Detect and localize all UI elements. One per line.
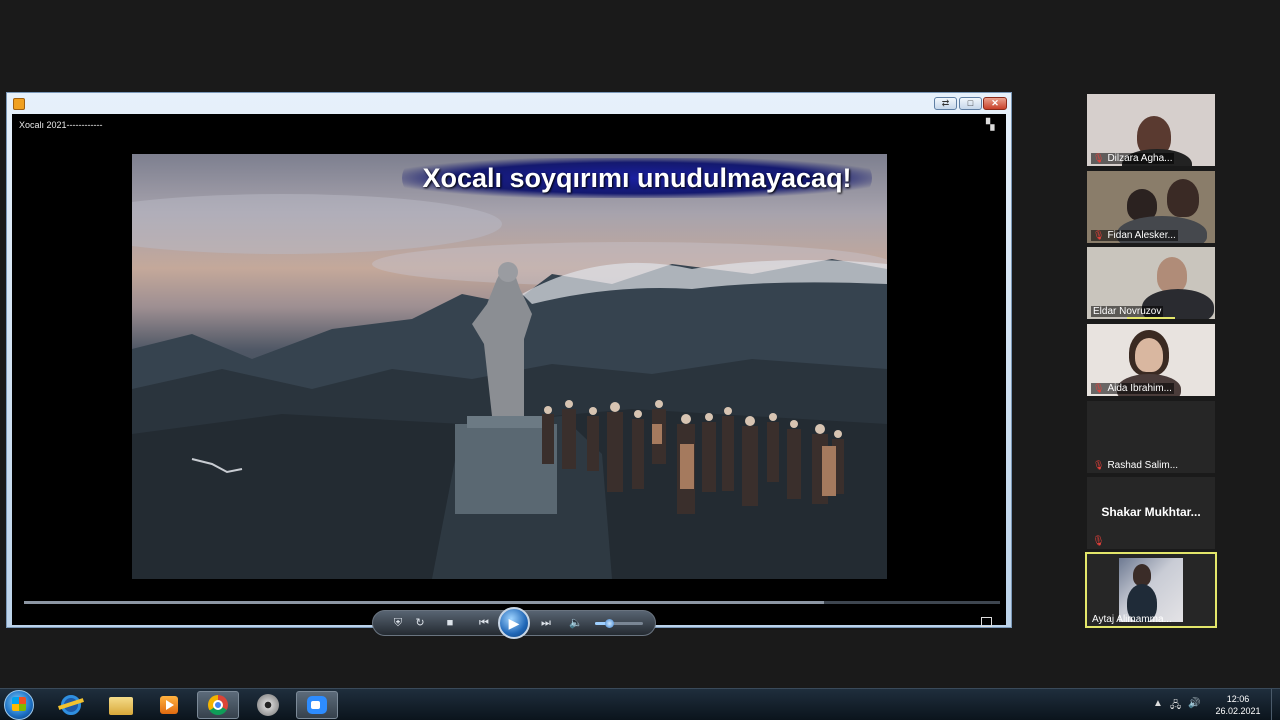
muted-mic-icon: 🎙 <box>1093 383 1105 393</box>
participant-video <box>1167 179 1199 217</box>
volume-knob[interactable] <box>605 619 615 628</box>
title-bar[interactable]: ⇄ □ ✕ <box>7 93 1011 113</box>
video-title: Xocalı 2021------------ <box>19 120 103 130</box>
start-button[interactable] <box>4 690 34 720</box>
switch-to-now-playing-icon[interactable] <box>981 617 992 627</box>
taskbar: ▲ 🖧 🔊 12:06 26.02.2021 <box>0 688 1280 720</box>
next-icon[interactable]: ⏭ <box>535 616 557 630</box>
media-player-icon[interactable] <box>148 691 190 719</box>
repeat-icon[interactable]: ↻ <box>411 616 429 630</box>
mute-icon[interactable]: 🔈 <box>567 616 585 630</box>
clock[interactable]: 12:06 26.02.2021 <box>1205 693 1271 717</box>
participant-name: Shakar Mukhtar... <box>1101 505 1201 519</box>
playback-controls: ⛨ ↻ ■ ⏮ ▶ ⏭ 🔈 <box>372 607 656 639</box>
video-view[interactable]: Xocalı 2021------------ ▚ Xocalı soyqırı… <box>12 114 1006 639</box>
explorer-icon[interactable] <box>100 691 142 719</box>
participant-tile[interactable]: Eldar Novruzov <box>1087 247 1215 319</box>
network-icon[interactable]: 🖧 <box>1170 698 1181 715</box>
speaking-indicator <box>1127 317 1175 319</box>
participant-name: 🎙 Fidan Alesker... <box>1091 230 1178 241</box>
clock-time: 12:06 <box>1226 694 1250 704</box>
participant-tile[interactable]: 🎙 Rashad Salim... <box>1087 401 1215 473</box>
video-scene <box>132 194 887 579</box>
zoom-icon[interactable] <box>296 691 338 719</box>
participant-name: 🎙 Rashad Salim... <box>1093 460 1179 471</box>
volume-slider[interactable] <box>595 619 643 628</box>
muted-mic-icon: 🎙 <box>1092 536 1105 547</box>
muted-mic-icon: 🎙 <box>1093 230 1105 240</box>
participant-tile[interactable]: Shakar Mukhtar... 🎙 <box>1087 477 1215 549</box>
switch-layout-icon[interactable]: ▚ <box>986 120 998 131</box>
participant-tile[interactable]: 🎙 Dilzara Agha... <box>1087 94 1215 166</box>
show-desktop-button[interactable] <box>1271 689 1280 720</box>
film-reel-icon[interactable] <box>248 691 290 719</box>
participant-name: 🎙 Dilzara Agha... <box>1091 153 1175 164</box>
participant-name: 🎙 Aida Ibrahim... <box>1091 383 1174 394</box>
participant-name: Eldar Novruzov <box>1091 306 1164 317</box>
restore-button[interactable]: □ <box>959 97 982 110</box>
participant-face <box>1135 338 1163 372</box>
close-button[interactable]: ✕ <box>983 97 1007 110</box>
participant-video <box>1157 257 1187 293</box>
participant-tile-active-speaker[interactable]: Aytaj Alimamma... <box>1085 552 1217 628</box>
seek-progress <box>24 601 825 604</box>
video-frame[interactable]: Xocalı soyqırımı unudulmayacaq! <box>132 154 887 579</box>
clock-date: 26.02.2021 <box>1215 706 1261 716</box>
participant-face <box>1133 564 1151 586</box>
switch-to-library-button[interactable]: ⇄ <box>934 97 957 110</box>
windows-logo-icon <box>12 697 26 711</box>
muted-mic-icon: 🎙 <box>1093 460 1105 470</box>
participant-tile[interactable]: 🎙 Fidan Alesker... <box>1087 171 1215 243</box>
participant-tile[interactable]: 🎙 Aida Ibrahim... <box>1087 324 1215 396</box>
participant-name: Aytaj Alimamma... <box>1092 614 1172 625</box>
shuffle-icon[interactable]: ⛨ <box>389 616 407 630</box>
video-caption: Xocalı soyqırımı unudulmayacaq! <box>402 158 872 198</box>
seek-bar[interactable] <box>24 601 1000 604</box>
muted-mic-icon: 🎙 <box>1093 153 1105 163</box>
play-button[interactable]: ▶ <box>498 607 530 639</box>
volume-icon[interactable]: 🔊 <box>1188 698 1200 709</box>
media-player-app-icon <box>13 98 25 110</box>
media-player-window[interactable]: ⇄ □ ✕ Xocalı 2021------------ ▚ Xocalı s… <box>6 92 1012 639</box>
chrome-icon[interactable] <box>197 691 239 719</box>
previous-icon[interactable]: ⏮ <box>471 616 497 630</box>
ie-icon[interactable] <box>50 691 92 719</box>
stop-icon[interactable]: ■ <box>441 616 459 630</box>
show-hidden-icons[interactable]: ▲ <box>1153 698 1163 709</box>
